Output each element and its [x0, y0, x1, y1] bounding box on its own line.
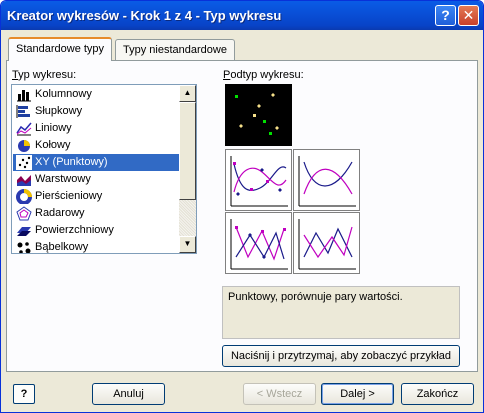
cancel-button[interactable]: Anuluj	[92, 383, 165, 405]
scatter-markers-icon	[235, 93, 279, 135]
radar-chart-icon	[16, 206, 32, 221]
list-item-slupkowy[interactable]: Słupkowy	[13, 103, 180, 120]
subtype-label: Podtyp wykresu:	[223, 69, 304, 81]
chart-type-scrollbar[interactable]: ▲ ▼	[179, 85, 196, 253]
back-button[interactable]: < Wstecz	[243, 383, 316, 405]
straight-lines-icon	[298, 219, 356, 270]
scroll-down-arrow-icon[interactable]: ▼	[179, 236, 196, 253]
chart-type-list[interactable]: Kolumnowy Słupkowy Liniowy Kołowy XY (Pu…	[11, 84, 197, 254]
title-help-button[interactable]: ?	[435, 5, 456, 26]
list-item-warstwowy[interactable]: Warstwowy	[13, 171, 180, 188]
scrollbar-thumb[interactable]	[179, 102, 196, 200]
surface-chart-icon	[17, 227, 31, 236]
list-item-radarowy[interactable]: Radarowy	[13, 205, 180, 222]
close-button[interactable]: ✕	[458, 5, 479, 26]
subtype-straight-lines[interactable]	[293, 212, 360, 274]
list-item-kolowy[interactable]: Kołowy	[13, 137, 180, 154]
subtype-description: Punktowy, porównuje pary wartości.	[228, 291, 403, 303]
help-button[interactable]: ?	[13, 384, 35, 404]
finish-button[interactable]: Zakończ	[401, 383, 474, 405]
list-item-liniowy[interactable]: Liniowy	[13, 120, 180, 137]
subtype-smoothed-lines[interactable]	[293, 149, 360, 211]
bubble-chart-icon	[17, 242, 31, 253]
scatter-chart-icon	[16, 155, 32, 170]
smoothed-lines-markers-icon	[230, 156, 288, 207]
list-item-pierscieniowy[interactable]: Pierścieniowy	[13, 188, 180, 205]
pie-chart-icon	[18, 140, 30, 152]
preview-button[interactable]: Naciśnij i przytrzymaj, aby zobaczyć prz…	[222, 345, 460, 367]
chart-wizard-dialog: Kreator wykresów - Krok 1 z 4 - Typ wykr…	[0, 0, 484, 413]
doughnut-chart-icon	[16, 189, 32, 204]
list-item-powierzchniowy[interactable]: Powierzchniowy	[13, 222, 180, 239]
subtype-scatter-markers[interactable]	[225, 84, 292, 146]
subtype-straight-lines-markers[interactable]	[225, 212, 292, 274]
subtype-smoothed-lines-markers[interactable]	[225, 149, 292, 211]
line-chart-icon	[16, 122, 32, 136]
bar-chart-icon	[16, 105, 30, 118]
smoothed-lines-icon	[298, 156, 356, 207]
list-item-kolumnowy[interactable]: Kolumnowy	[13, 86, 180, 103]
window-title: Kreator wykresów - Krok 1 z 4 - Typ wykr…	[7, 8, 282, 23]
list-item-babelkowy[interactable]: Bąbelkowy	[13, 239, 180, 253]
chart-type-label: Typ wykresu:	[12, 69, 77, 81]
list-item-xy-punktowy[interactable]: XY (Punktowy)	[13, 154, 180, 171]
tab-custom-types[interactable]: Typy niestandardowe	[115, 39, 235, 60]
area-chart-icon	[17, 175, 31, 186]
help-icon: ?	[20, 388, 28, 400]
title-bar: Kreator wykresów - Krok 1 z 4 - Typ wykr…	[1, 1, 483, 30]
column-chart-icon	[17, 90, 31, 102]
next-button[interactable]: Dalej >	[321, 383, 394, 405]
tab-standard-types[interactable]: Standardowe typy	[8, 37, 113, 61]
scroll-up-arrow-icon[interactable]: ▲	[179, 85, 196, 102]
straight-lines-markers-icon	[230, 219, 288, 270]
subtype-description-box: Punktowy, porównuje pary wartości.	[222, 286, 460, 339]
